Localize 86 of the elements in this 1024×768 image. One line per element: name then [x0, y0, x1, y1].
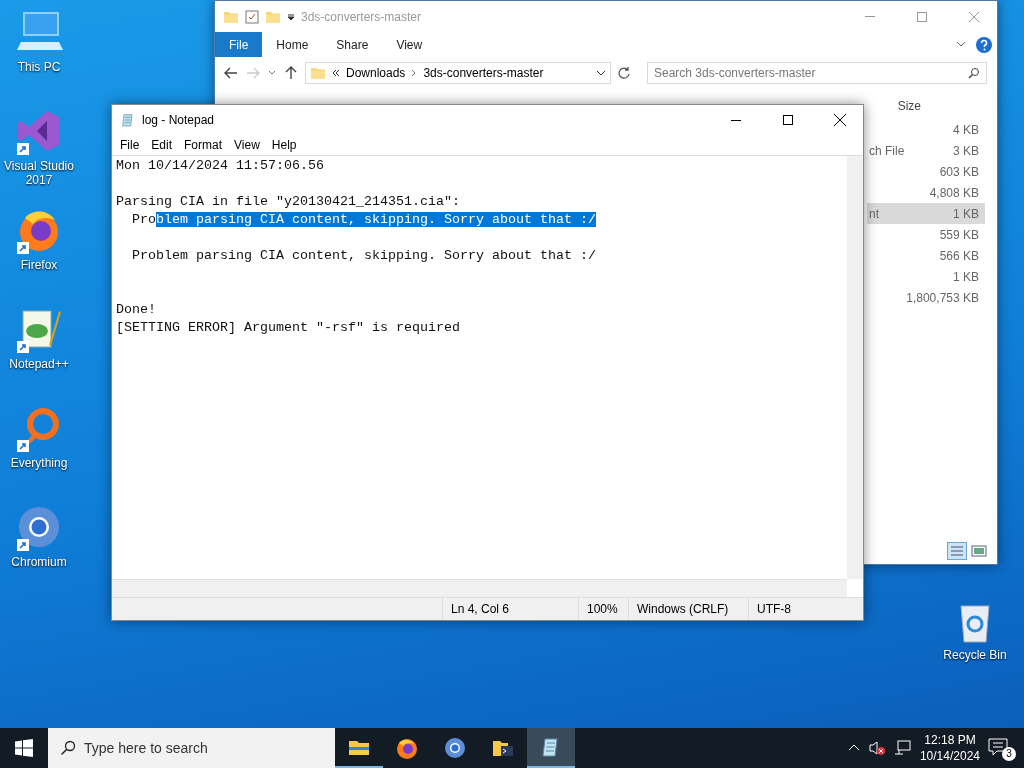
search-icon [60, 740, 76, 756]
file-row[interactable]: 1 KB [867, 266, 985, 287]
text-line: Problem parsing CIA content, skipping. Sorry about that :/ [131, 248, 596, 263]
text-line: Done! [116, 302, 156, 317]
folder-icon [310, 65, 326, 81]
address-bar[interactable]: Downloads 3ds-converters-master [305, 62, 611, 84]
clock[interactable]: 12:18 PM 10/14/2024 [919, 732, 980, 764]
firefox-icon [395, 736, 419, 760]
file-row[interactable]: 559 KB [867, 224, 985, 245]
minimize-icon [731, 119, 741, 121]
desktop-icon-label[interactable]: This PC [1, 60, 77, 74]
chromium-icon [443, 736, 467, 760]
breadcrumb-item[interactable]: 3ds-converters-master [423, 66, 544, 80]
table-cell-text: 603 KB [938, 164, 980, 179]
taskbar-search-field[interactable]: Type here to search [48, 728, 335, 768]
window-title: log - Notepad [142, 113, 216, 127]
notification-button[interactable]: 3 [988, 733, 1016, 763]
double-chevron-icon [332, 69, 340, 77]
status-line-endings: Windows (CRLF) [628, 598, 748, 620]
notepad-icon [120, 112, 136, 128]
speech-bubble-icon [988, 738, 1008, 756]
column-header[interactable]: Size [897, 99, 921, 113]
maximize-icon [783, 115, 793, 125]
breadcrumb-item[interactable]: Downloads [346, 66, 406, 80]
table-cell-text: 566 KB [938, 248, 980, 263]
refresh-icon[interactable] [617, 66, 631, 80]
table-cell-text: 1 KB [952, 206, 980, 221]
desktop-icon-label[interactable]: Firefox [1, 258, 77, 272]
text-line: [SETTING ERROR] Argument "-rsf" is required [116, 320, 460, 335]
muted-speaker-icon[interactable] [867, 740, 886, 756]
help-icon[interactable] [975, 36, 993, 54]
checkbox-icon[interactable] [245, 9, 259, 24]
file-row[interactable]: 4 KB [867, 119, 985, 140]
table-cell-text: 4 KB [952, 122, 980, 137]
taskbar-app[interactable] [527, 728, 575, 768]
up-arrow-icon[interactable] [283, 65, 299, 81]
status-encoding: UTF-8 [748, 598, 863, 620]
desktop-icon-label[interactable]: Chromium [1, 555, 77, 569]
status-position: Ln 4, Col 6 [442, 598, 578, 620]
table-cell-text: 4,808 KB [928, 185, 980, 200]
status-zoom: 100% [578, 598, 628, 620]
minimize-icon [865, 16, 875, 17]
menu-item[interactable]: Edit [145, 138, 179, 152]
menu-item[interactable]: File [114, 138, 146, 152]
network-icon[interactable] [893, 740, 912, 756]
file-row[interactable]: 603 KB [867, 161, 985, 182]
table-cell: ch File [869, 143, 905, 158]
text-line: Mon 10/14/2024 11:57:06.56 [116, 158, 324, 173]
close-icon [969, 11, 979, 22]
file-row[interactable]: 4,808 KB [867, 182, 985, 203]
menu-item[interactable]: View [228, 138, 266, 152]
file-row[interactable]: 566 KB [867, 245, 985, 266]
chevron-right-icon [411, 69, 418, 77]
ribbon-tab[interactable]: Share [322, 32, 383, 57]
table-cell-text: 559 KB [938, 227, 980, 242]
back-arrow-icon[interactable] [223, 65, 239, 81]
file-row[interactable]: ch File 3 KB [867, 140, 985, 161]
maximize-icon [917, 11, 927, 22]
search-icon [968, 67, 980, 79]
vertical-scrollbar[interactable] [847, 156, 863, 579]
table-cell-text: 1,800,753 KB [905, 290, 980, 305]
menu-item[interactable]: Format [178, 138, 229, 152]
search-field[interactable]: Search 3ds-converters-master [647, 62, 987, 84]
menu-item[interactable]: Help [265, 138, 303, 152]
ribbon-tab[interactable]: File [215, 32, 263, 57]
text-line: Parsing CIA in file "y20130421_214351.cia": [116, 194, 460, 209]
desktop-icon-label[interactable]: Recycle Bin [937, 648, 1013, 662]
table-cell-text: 3 KB [952, 143, 980, 158]
close-icon [834, 114, 846, 126]
file-row[interactable]: nt 1 KB [867, 203, 985, 224]
desktop-icon-label[interactable]: Visual Studio 2017 [1, 159, 77, 187]
ribbon-tab[interactable]: Home [262, 32, 323, 57]
windows-logo-icon [15, 739, 33, 757]
file-row[interactable]: 1,800,753 KB [867, 287, 985, 308]
ribbon-tab[interactable]: View [382, 32, 437, 57]
selected-text: blem parsing CIA content, skipping. Sorry about that :/ [156, 212, 596, 227]
text-line: Pro [131, 212, 156, 227]
caret-icon[interactable] [287, 12, 295, 21]
table-cell: nt [869, 206, 879, 221]
chevron-icon[interactable] [596, 68, 606, 78]
desktop-icon-label[interactable]: Everything [1, 456, 77, 470]
horizontal-scrollbar[interactable] [112, 579, 847, 597]
window-title: 3ds-converters-master [301, 9, 423, 24]
desktop-icon-label[interactable]: Notepad++ [1, 357, 77, 371]
table-cell-text: 1 KB [952, 269, 980, 284]
tiles-view-icon[interactable] [969, 542, 989, 560]
